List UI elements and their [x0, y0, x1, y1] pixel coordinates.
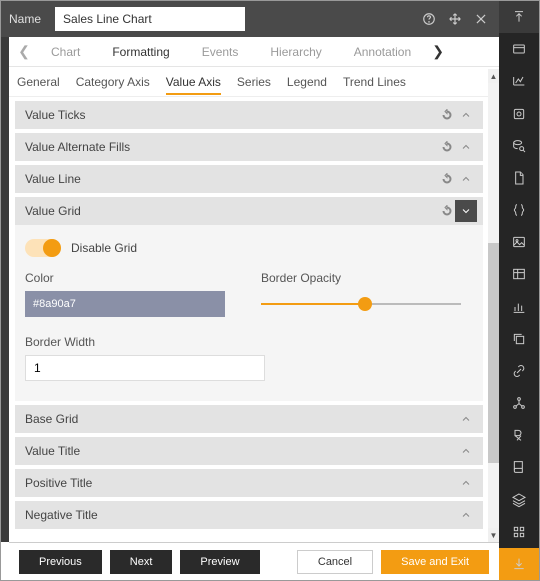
color-picker[interactable]: #8a90a7 — [25, 291, 225, 317]
help-icon[interactable] — [419, 9, 439, 29]
search-db-icon[interactable] — [499, 130, 539, 162]
file-icon[interactable] — [499, 162, 539, 194]
link-icon[interactable] — [499, 355, 539, 387]
accordion-value-title[interactable]: Value Title — [15, 437, 483, 465]
subtab-value-axis[interactable]: Value Axis — [166, 69, 221, 95]
accordion-value-ticks[interactable]: Value Ticks — [15, 101, 483, 129]
tab-hierarchy[interactable]: Hierarchy — [254, 37, 337, 67]
chevron-up-icon[interactable] — [455, 408, 477, 430]
subtab-general[interactable]: General — [17, 69, 60, 95]
chevron-up-icon[interactable] — [455, 136, 477, 158]
tab-scroll-right[interactable]: ❯ — [427, 43, 449, 60]
color-label: Color — [25, 271, 225, 285]
disable-grid-toggle[interactable] — [25, 239, 61, 257]
accordion-negative-title[interactable]: Negative Title — [15, 501, 483, 529]
copy-icon[interactable] — [499, 323, 539, 355]
chevron-down-icon[interactable] — [455, 200, 477, 222]
chart-icon[interactable] — [499, 65, 539, 97]
opacity-slider[interactable] — [261, 291, 461, 317]
braces-icon[interactable] — [499, 194, 539, 226]
chevron-up-icon[interactable] — [455, 504, 477, 526]
footer-bar: Previous Next Preview Cancel Save and Ex… — [9, 542, 499, 580]
tab-annotation[interactable]: Annotation — [338, 37, 427, 67]
subtab-series[interactable]: Series — [237, 69, 271, 95]
border-width-label: Border Width — [25, 335, 473, 349]
accordion-positive-title[interactable]: Positive Title — [15, 469, 483, 497]
vertical-scrollbar[interactable]: ▲ ▼ — [488, 69, 499, 542]
cancel-button[interactable]: Cancel — [297, 550, 373, 574]
accordion-value-line[interactable]: Value Line — [15, 165, 483, 193]
name-input[interactable] — [55, 7, 245, 31]
main-panel: ❮ Chart Formatting Events Hierarchy Anno… — [9, 37, 499, 542]
chevron-up-icon[interactable] — [455, 104, 477, 126]
tab-events[interactable]: Events — [186, 37, 255, 67]
book-icon[interactable] — [499, 451, 539, 483]
chevron-up-icon[interactable] — [455, 168, 477, 190]
disable-grid-label: Disable Grid — [71, 241, 137, 255]
widget-icon[interactable] — [499, 98, 539, 130]
close-icon[interactable] — [471, 9, 491, 29]
preview-button[interactable]: Preview — [180, 550, 259, 574]
subtab-legend[interactable]: Legend — [287, 69, 327, 95]
border-width-input[interactable] — [25, 355, 265, 381]
subtab-category-axis[interactable]: Category Axis — [76, 69, 150, 95]
rx-icon[interactable] — [499, 419, 539, 451]
primary-tabs: ❮ Chart Formatting Events Hierarchy Anno… — [9, 37, 499, 67]
left-gutter — [1, 37, 9, 542]
card-icon[interactable] — [499, 33, 539, 65]
previous-button[interactable]: Previous — [19, 550, 102, 574]
accordion-base-grid[interactable]: Base Grid — [15, 405, 483, 433]
content-area: Value Ticks Value Alternate Fills Value … — [9, 97, 499, 542]
next-button[interactable]: Next — [110, 550, 173, 574]
download-icon[interactable] — [499, 548, 539, 580]
accordion-value-grid[interactable]: Value Grid — [15, 197, 483, 225]
opacity-label: Border Opacity — [261, 271, 461, 285]
title-bar: Name — [1, 1, 499, 37]
table-icon[interactable] — [499, 258, 539, 290]
tab-scroll-left[interactable]: ❮ — [13, 43, 35, 60]
layers-icon[interactable] — [499, 484, 539, 516]
name-label: Name — [9, 12, 41, 26]
scroll-down-icon[interactable]: ▼ — [488, 528, 499, 542]
scroll-up-icon[interactable]: ▲ — [488, 69, 499, 83]
reset-icon[interactable] — [439, 107, 455, 123]
secondary-tabs: General Category Axis Value Axis Series … — [9, 67, 499, 97]
reset-icon[interactable] — [439, 139, 455, 155]
value-grid-panel: Disable Grid Color #8a90a7 Border Opacit… — [15, 225, 483, 401]
move-icon[interactable] — [445, 9, 465, 29]
tab-chart[interactable]: Chart — [35, 37, 96, 67]
collapse-icon[interactable] — [499, 1, 539, 33]
right-toolbar — [499, 1, 539, 580]
accordion-value-alternate-fills[interactable]: Value Alternate Fills — [15, 133, 483, 161]
tab-formatting[interactable]: Formatting — [96, 37, 185, 67]
network-icon[interactable] — [499, 387, 539, 419]
reset-icon[interactable] — [439, 171, 455, 187]
save-and-exit-button[interactable]: Save and Exit — [381, 550, 489, 574]
subtab-trend-lines[interactable]: Trend Lines — [343, 69, 406, 95]
reset-icon[interactable] — [439, 203, 455, 219]
chevron-up-icon[interactable] — [455, 472, 477, 494]
chevron-up-icon[interactable] — [455, 440, 477, 462]
bar-chart-icon[interactable] — [499, 291, 539, 323]
image-icon[interactable] — [499, 226, 539, 258]
grid-menu-icon[interactable] — [499, 516, 539, 548]
